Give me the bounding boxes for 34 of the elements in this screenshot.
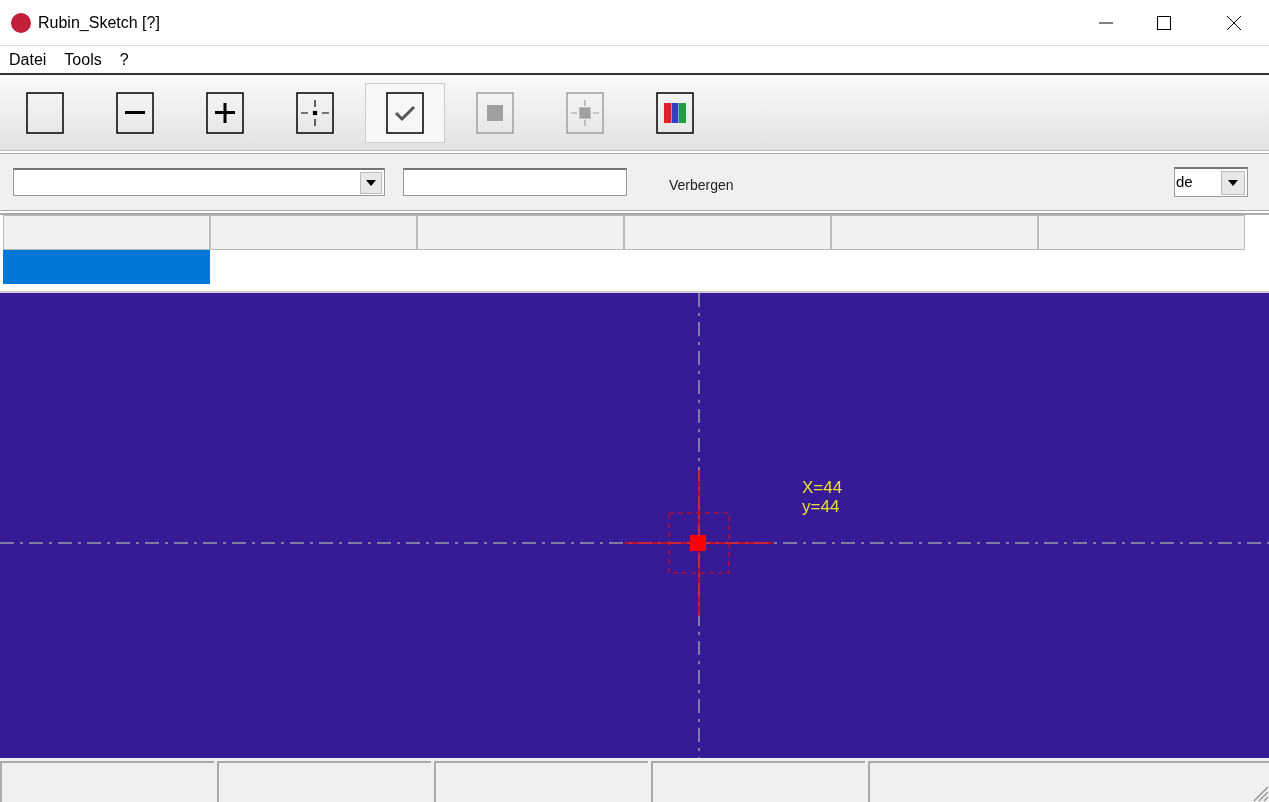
color-bars-icon xyxy=(656,91,694,134)
column-header[interactable] xyxy=(417,215,624,250)
cursor-x-label: X=44 xyxy=(802,478,843,497)
caret-icon xyxy=(366,179,376,186)
column-header[interactable] xyxy=(3,215,210,250)
menu-item[interactable]: Datei xyxy=(0,47,56,72)
menu-item[interactable]: Tools xyxy=(55,47,111,72)
cursor-y-label: y=44 xyxy=(802,497,841,516)
hide-label: Verbergen xyxy=(669,175,734,195)
toolbar-button[interactable] xyxy=(365,82,445,143)
dropdown-field[interactable] xyxy=(13,168,385,196)
empty-square-icon xyxy=(26,91,64,134)
cursor-crosshair[interactable] xyxy=(624,469,774,617)
filled-square-icon xyxy=(476,91,514,134)
plus-icon xyxy=(206,91,244,134)
caret-icon xyxy=(1228,179,1238,186)
column-header[interactable] xyxy=(831,215,1038,250)
column-header[interactable] xyxy=(1038,215,1245,250)
column-header[interactable] xyxy=(624,215,831,250)
crosshair-square-icon xyxy=(566,91,604,134)
ruby-logo-icon xyxy=(10,11,32,34)
language-dropdown[interactable]: de xyxy=(1174,167,1248,197)
selected-grid-cell[interactable] xyxy=(3,250,210,284)
close-icon xyxy=(1227,15,1241,30)
menu-item[interactable]: ? xyxy=(110,47,138,72)
resize-grip-icon[interactable] xyxy=(1253,786,1269,802)
crosshair-icon xyxy=(296,91,334,134)
input-field[interactable] xyxy=(403,168,627,196)
maximize-icon xyxy=(1157,15,1171,30)
window-title: Rubin_Sketch [?] xyxy=(38,12,160,33)
column-header[interactable] xyxy=(210,215,417,250)
minimize-icon xyxy=(1099,21,1113,24)
checkmark-icon xyxy=(386,91,424,134)
minus-icon xyxy=(116,91,154,134)
